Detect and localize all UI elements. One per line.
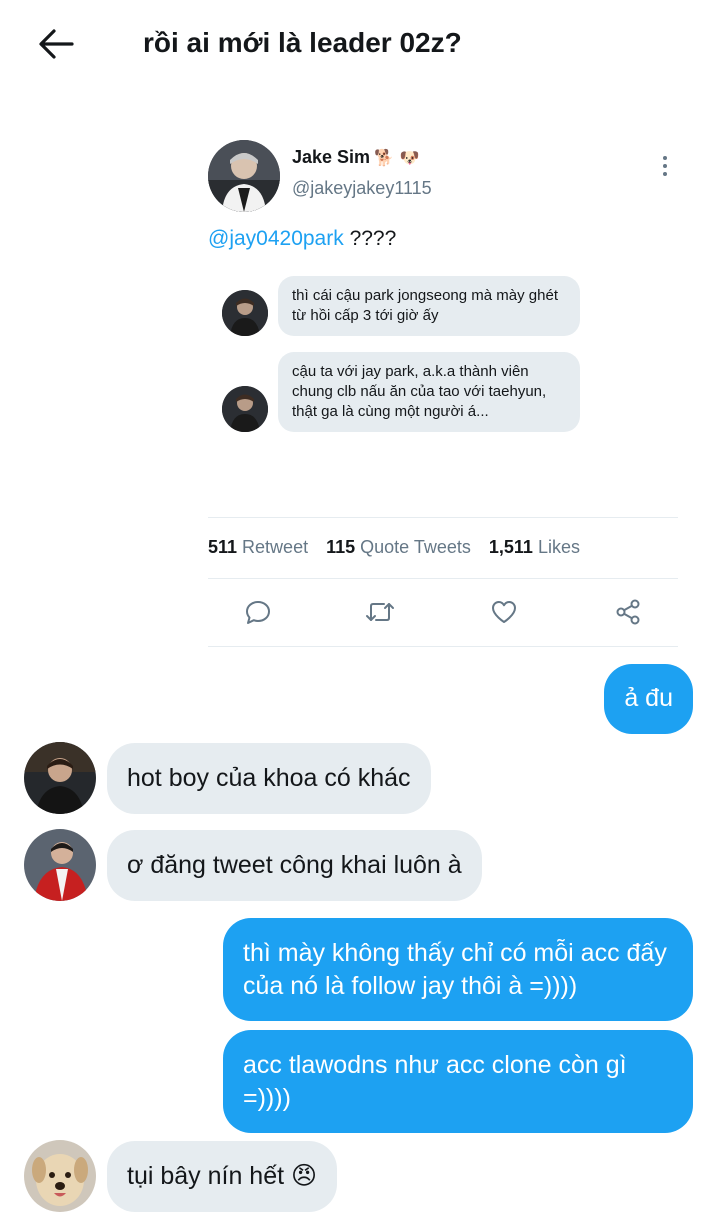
incoming-message[interactable]: ơ đăng tweet công khai luôn à [107, 830, 482, 901]
media-message-bubble: cậu ta với jay park, a.k.a thành viên ch… [278, 352, 580, 432]
incoming-message[interactable]: hot boy của khoa có khác [107, 743, 431, 814]
tweet-author-name[interactable]: Jake Sim 🐕 🐶 [292, 147, 419, 168]
more-options-icon[interactable] [658, 154, 672, 178]
quote-tweets-stat[interactable]: 115 Quote Tweets [326, 537, 471, 558]
divider [208, 517, 678, 518]
likes-label: Likes [537, 537, 580, 557]
likes-stat[interactable]: 1,511 Likes [489, 537, 580, 558]
dm-conversation-screen: rồi ai mới là leader 02z? Jake Sim 🐕 🐶 @… [0, 0, 716, 1228]
tweet-stats: 511 Retweet 115 Quote Tweets 1,511 Likes [208, 537, 580, 558]
author-name-text: Jake Sim [292, 147, 371, 167]
shared-tweet[interactable]: Jake Sim 🐕 🐶 @jakeyjakey1115 @jay0420par… [208, 140, 678, 647]
tweet-text-rest: ???? [343, 227, 397, 250]
divider [208, 646, 678, 647]
tweet-actions [208, 592, 678, 632]
likes-count: 1,511 [488, 537, 533, 557]
media-avatar [222, 290, 268, 336]
media-avatar [222, 386, 268, 432]
avatar[interactable] [24, 829, 96, 901]
outgoing-message[interactable]: acc tlawodns như acc clone còn gì =)))) [223, 1030, 693, 1133]
author-emojis: 🐕 🐶 [374, 148, 420, 167]
reply-icon [246, 601, 270, 624]
like-icon [492, 601, 516, 623]
conversation-title: rồi ai mới là leader 02z? [143, 27, 462, 58]
share-button[interactable] [608, 592, 648, 632]
reply-button[interactable] [238, 592, 278, 632]
back-button[interactable] [34, 22, 78, 66]
retweets-label: Retweet [242, 537, 309, 557]
retweets-count: 511 [208, 537, 238, 557]
outgoing-message[interactable]: ả đu [604, 664, 693, 734]
like-button[interactable] [484, 592, 524, 632]
retweets-stat[interactable]: 511 Retweet [208, 537, 308, 558]
quotes-label: Quote Tweets [360, 537, 471, 557]
tweet-author-handle[interactable]: @jakeyjakey1115 [292, 178, 432, 199]
tweet-media-image[interactable]: thì cái cậu park jongseong mà mày ghét t… [222, 276, 582, 466]
outgoing-message[interactable]: thì mày không thấy chỉ có mỗi acc đấy củ… [223, 918, 693, 1021]
media-message: cậu ta với jay park, a.k.a thành viên ch… [222, 352, 580, 432]
quotes-count: 115 [326, 537, 356, 557]
tweet-text: @jay0420park ???? [208, 227, 396, 251]
media-message: thì cái cậu park jongseong mà mày ghét t… [222, 276, 580, 336]
arrow-left-icon [39, 29, 74, 59]
mention-link[interactable]: @jay0420park [208, 227, 344, 250]
incoming-message[interactable]: tụi bây nín hết 😠 [107, 1141, 338, 1212]
avatar[interactable] [24, 742, 96, 814]
media-message-bubble: thì cái cậu park jongseong mà mày ghét t… [278, 276, 580, 336]
divider [208, 578, 678, 579]
share-icon [616, 599, 640, 625]
tweet-author-avatar[interactable] [208, 140, 280, 212]
avatar[interactable] [24, 1140, 96, 1212]
incoming-message-text: tụi bây nín hết 😠 [127, 1162, 318, 1190]
retweet-icon [366, 603, 394, 621]
retweet-button[interactable] [360, 592, 400, 632]
